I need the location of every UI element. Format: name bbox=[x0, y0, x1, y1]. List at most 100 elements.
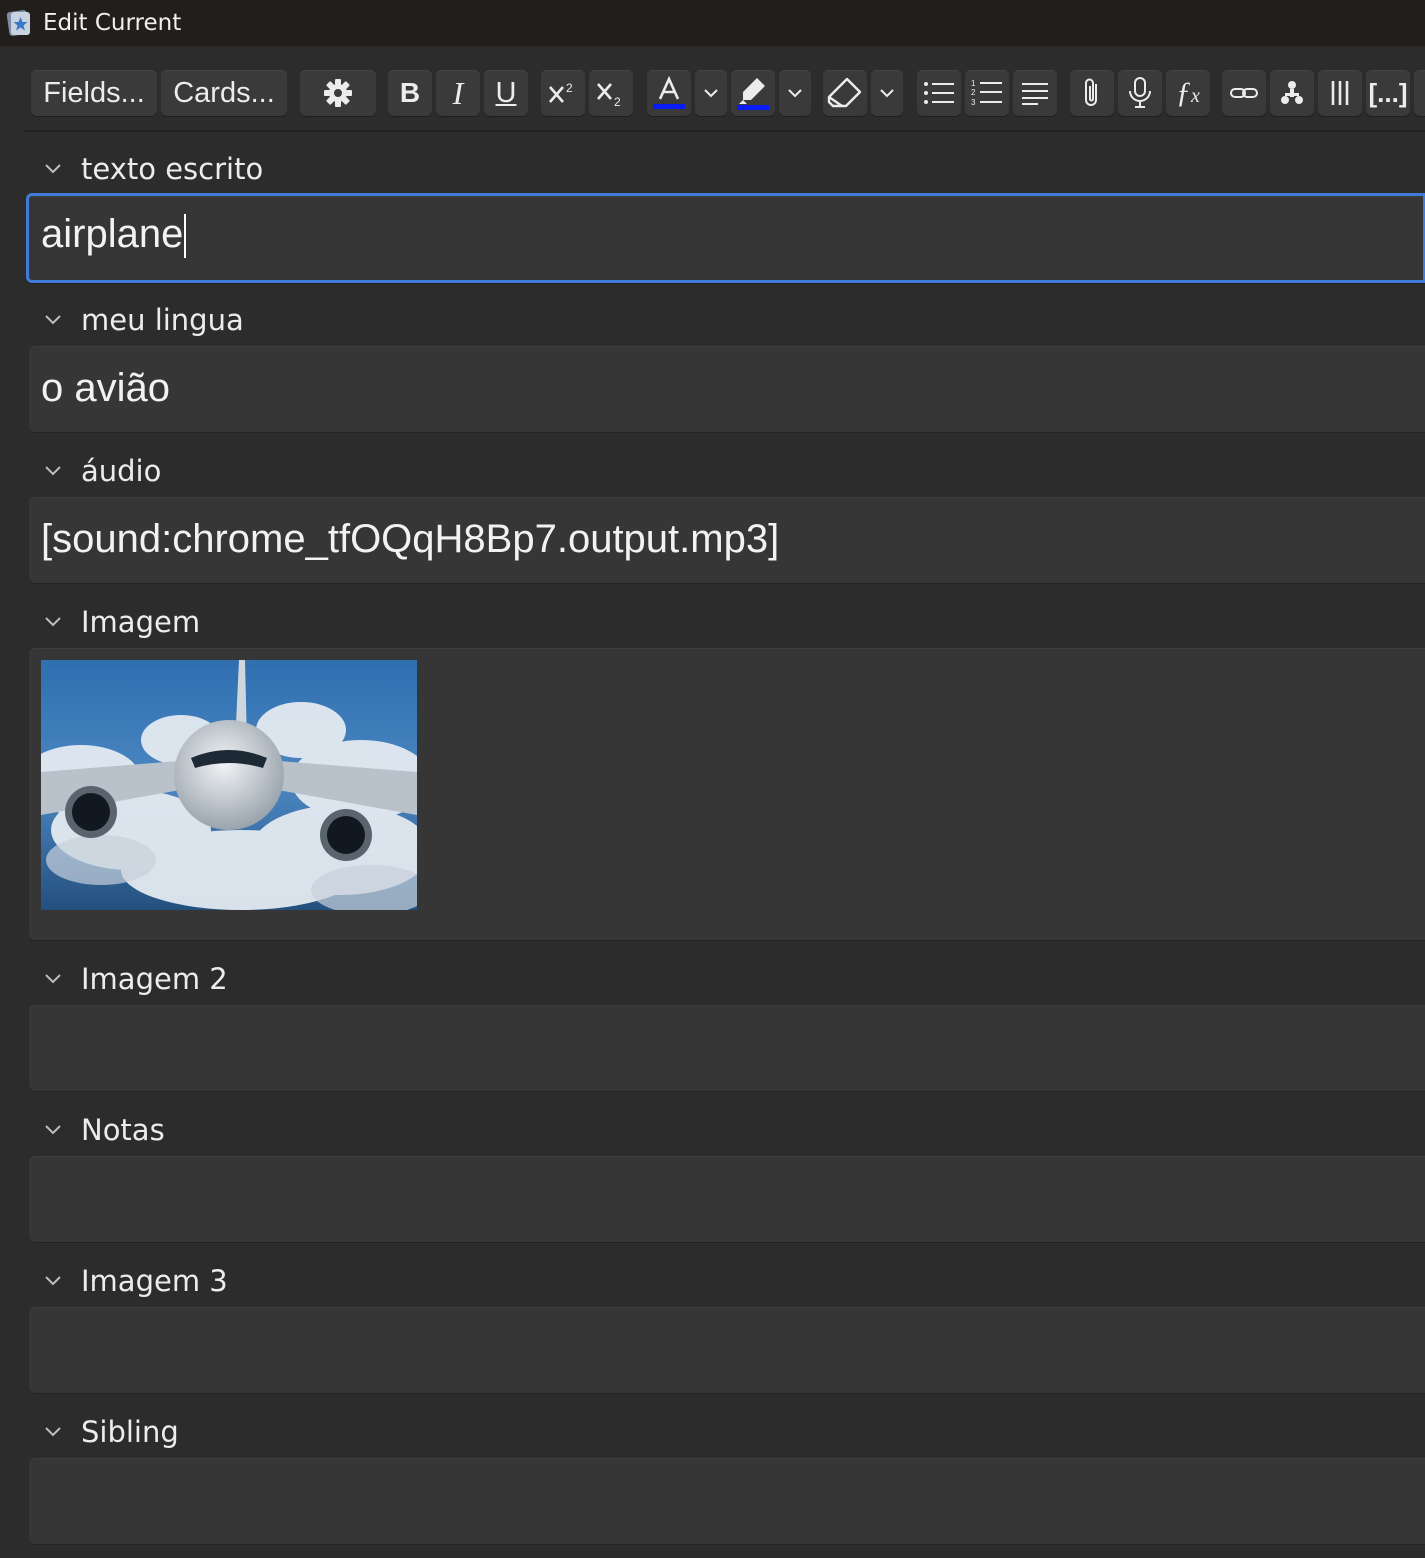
cloze-icon: [...] bbox=[1368, 77, 1408, 108]
chevron-down-icon bbox=[704, 89, 718, 98]
align-button[interactable] bbox=[1013, 70, 1057, 116]
subscript-button[interactable]: 2 bbox=[589, 70, 633, 116]
field-editor-meu-lingua[interactable]: o avião bbox=[29, 346, 1425, 432]
format-group: B I U bbox=[388, 70, 528, 116]
field-value[interactable]: o avião bbox=[41, 366, 170, 411]
list-group: 123 bbox=[917, 70, 1057, 116]
chevron-down-icon[interactable] bbox=[40, 312, 66, 328]
text-color-icon bbox=[653, 75, 685, 109]
svg-text:2: 2 bbox=[566, 81, 573, 95]
record-icon bbox=[1129, 77, 1151, 108]
media-group: ƒx bbox=[1070, 70, 1210, 116]
field-label-sibling[interactable]: Sibling bbox=[40, 1414, 179, 1450]
toolbar-divider bbox=[24, 130, 1425, 132]
chevron-down-icon bbox=[880, 89, 894, 98]
italic-button[interactable]: I bbox=[436, 70, 480, 116]
link-button[interactable] bbox=[1222, 70, 1266, 116]
attach-icon bbox=[1085, 78, 1097, 106]
underline-button[interactable]: U bbox=[484, 70, 528, 116]
options-button[interactable] bbox=[300, 70, 376, 116]
tree-button[interactable] bbox=[1270, 70, 1314, 116]
remove-format-button[interactable] bbox=[823, 70, 867, 116]
superscript-icon: 2 bbox=[549, 81, 573, 103]
cards-button[interactable]: Cards... bbox=[161, 70, 287, 116]
chevron-down-icon[interactable] bbox=[40, 1273, 66, 1289]
field-label-text: Notas bbox=[81, 1113, 165, 1147]
bold-icon: B bbox=[399, 77, 421, 108]
field-label-texto-escrito[interactable]: texto escrito bbox=[40, 151, 263, 187]
numbered-list-button[interactable]: 123 bbox=[965, 70, 1009, 116]
chevron-down-icon bbox=[788, 89, 802, 98]
field-editor-imagem-2[interactable] bbox=[29, 1005, 1425, 1091]
text-color-dropdown[interactable] bbox=[695, 70, 727, 116]
cloze-button[interactable]: [...] bbox=[1366, 70, 1410, 116]
align-icon bbox=[1022, 83, 1048, 105]
field-value[interactable]: airplane bbox=[41, 212, 187, 259]
field-label-text: Imagem bbox=[81, 605, 201, 639]
chevron-down-icon[interactable] bbox=[40, 161, 66, 177]
field-label-notas[interactable]: Notas bbox=[40, 1112, 165, 1148]
more-button[interactable] bbox=[1414, 70, 1425, 116]
highlight-icon bbox=[737, 78, 769, 110]
field-label-text: áudio bbox=[81, 454, 162, 488]
field-editor-sibling[interactable] bbox=[29, 1458, 1425, 1544]
field-label-imagem-3[interactable]: Imagem 3 bbox=[40, 1263, 228, 1299]
subscript-icon: 2 bbox=[597, 83, 621, 108]
attach-button[interactable] bbox=[1070, 70, 1114, 116]
svg-text:1: 1 bbox=[971, 79, 976, 88]
field-label-text: texto escrito bbox=[81, 152, 264, 186]
field-label-imagem-2[interactable]: Imagem 2 bbox=[40, 961, 228, 997]
chevron-down-icon[interactable] bbox=[40, 1122, 66, 1138]
record-button[interactable] bbox=[1118, 70, 1162, 116]
field-label-text: meu lingua bbox=[81, 303, 244, 337]
tree-icon bbox=[1281, 81, 1303, 104]
svg-text:2: 2 bbox=[971, 88, 976, 97]
field-value-text: airplane bbox=[41, 212, 184, 256]
chevron-down-icon[interactable] bbox=[40, 1424, 66, 1440]
superscript-button[interactable]: 2 bbox=[541, 70, 585, 116]
bullet-list-button[interactable] bbox=[917, 70, 961, 116]
misc-group: [...] bbox=[1222, 70, 1425, 116]
remove-format-dropdown[interactable] bbox=[871, 70, 903, 116]
columns-button[interactable] bbox=[1318, 70, 1362, 116]
field-editor-texto-escrito[interactable]: airplane bbox=[26, 193, 1425, 283]
field-label-text: Imagem 2 bbox=[81, 962, 228, 996]
eraser-group bbox=[823, 70, 903, 116]
text-caret bbox=[184, 214, 187, 259]
field-editor-notas[interactable] bbox=[29, 1156, 1425, 1242]
underline-icon: U bbox=[495, 76, 517, 109]
window-title: Edit Current bbox=[43, 10, 182, 36]
chevron-down-icon[interactable] bbox=[40, 614, 66, 630]
highlight-group bbox=[731, 70, 811, 116]
gear-icon bbox=[324, 79, 352, 107]
field-label-text: Imagem 3 bbox=[81, 1264, 228, 1298]
link-icon bbox=[1230, 88, 1258, 98]
field-label-meu-lingua[interactable]: meu lingua bbox=[40, 302, 244, 338]
bullet-list-icon bbox=[924, 82, 954, 104]
airplane-image[interactable] bbox=[41, 660, 417, 910]
field-label-audio[interactable]: áudio bbox=[40, 453, 161, 489]
chevron-down-icon[interactable] bbox=[40, 463, 66, 479]
field-editor-imagem[interactable] bbox=[29, 648, 1425, 940]
bold-button[interactable]: B bbox=[388, 70, 432, 116]
field-label-text: Sibling bbox=[81, 1415, 179, 1449]
columns-icon bbox=[1331, 81, 1349, 105]
highlight-dropdown[interactable] bbox=[779, 70, 811, 116]
italic-icon: I bbox=[452, 74, 464, 111]
text-color-button[interactable] bbox=[647, 70, 691, 116]
numbered-list-icon: 123 bbox=[971, 79, 1002, 107]
math-icon: ƒx bbox=[1176, 76, 1200, 109]
svg-text:3: 3 bbox=[971, 98, 976, 107]
field-editor-audio[interactable]: [sound:chrome_tfOQqH8Bp7.output.mp3] bbox=[29, 497, 1425, 583]
highlight-button[interactable] bbox=[731, 70, 775, 116]
field-label-imagem[interactable]: Imagem bbox=[40, 604, 200, 640]
chevron-down-icon[interactable] bbox=[40, 971, 66, 987]
field-value[interactable]: [sound:chrome_tfOQqH8Bp7.output.mp3] bbox=[41, 517, 779, 562]
fields-button[interactable]: Fields... bbox=[31, 70, 157, 116]
title-bar: Edit Current bbox=[0, 0, 1425, 46]
fields-cards-group: Fields... Cards... bbox=[31, 70, 287, 116]
math-button[interactable]: ƒx bbox=[1166, 70, 1210, 116]
field-editor-imagem-3[interactable] bbox=[29, 1307, 1425, 1393]
app-icon bbox=[6, 10, 30, 36]
options-group bbox=[300, 70, 376, 116]
